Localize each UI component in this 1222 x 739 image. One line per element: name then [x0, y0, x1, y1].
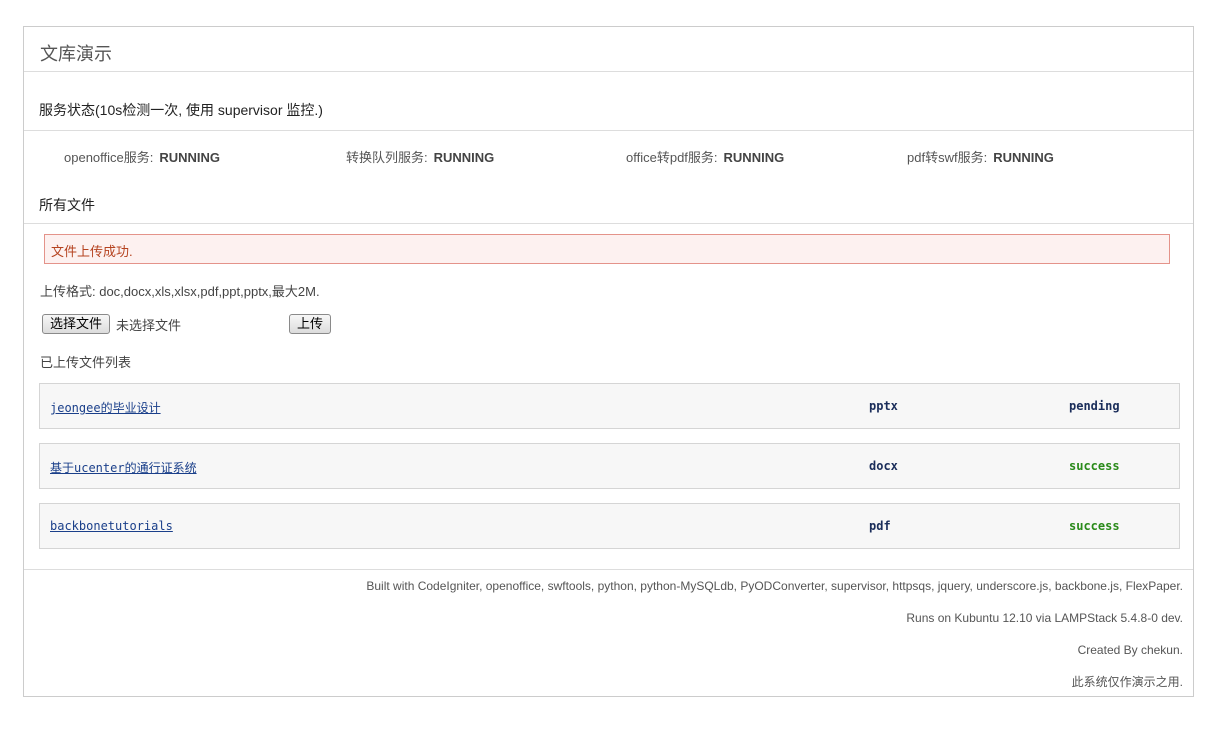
choose-file-button[interactable]: 选择文件: [42, 314, 111, 334]
upload-success-alert: 文件上传成功.: [44, 234, 1170, 264]
file-name-link[interactable]: 基于ucenter的通行证系统: [50, 459, 197, 476]
status-office-to-pdf: office转pdf服务: RUNNING: [626, 147, 784, 166]
all-files-heading: 所有文件: [24, 179, 1193, 224]
main-panel: 文库演示 服务状态(10s检测一次, 使用 supervisor 监控.) op…: [23, 26, 1194, 697]
status-label: openoffice服务:: [64, 150, 154, 165]
file-name-link[interactable]: jeongee的毕业设计: [50, 399, 161, 416]
footer-demo-notice: 此系统仅作演示之用.: [1071, 675, 1183, 689]
status-queue: 转换队列服务: RUNNING: [346, 147, 494, 166]
status-label: office转pdf服务:: [626, 150, 718, 165]
status-pdf-to-swf: pdf转swf服务: RUNNING: [907, 147, 1054, 166]
status-value: RUNNING: [159, 150, 221, 165]
status-label: pdf转swf服务:: [907, 150, 988, 165]
status-openoffice: openoffice服务: RUNNING: [64, 147, 220, 166]
service-status-heading: 服务状态(10s检测一次, 使用 supervisor 监控.): [24, 72, 1193, 131]
file-status: success: [1069, 459, 1120, 473]
file-status: success: [1069, 519, 1120, 533]
file-row: jeongee的毕业设计 pptx pending: [39, 383, 1180, 429]
file-row: backbonetutorials pdf success: [39, 503, 1180, 549]
uploaded-files-title: 已上传文件列表: [40, 355, 132, 370]
footer-runs-on: Runs on Kubuntu 12.10 via LAMPStack 5.4.…: [906, 611, 1183, 625]
service-status-row: openoffice服务: RUNNING 转换队列服务: RUNNING offi…: [24, 131, 1193, 179]
file-status: pending: [1069, 399, 1120, 413]
file-name-link[interactable]: backbonetutorials: [50, 519, 173, 533]
footer: Built with CodeIgniter, openoffice, swft…: [24, 569, 1193, 698]
file-type: docx: [869, 459, 898, 473]
no-file-chosen-text: 未选择文件: [116, 317, 182, 333]
footer-built-with: Built with CodeIgniter, openoffice, swft…: [366, 579, 1183, 593]
status-label: 转换队列服务:: [346, 150, 428, 165]
page-title: 文库演示: [24, 27, 1193, 72]
file-type: pdf: [869, 519, 891, 533]
status-value: RUNNING: [433, 150, 495, 165]
upload-format-hint: 上传格式: doc,docx,xls,xlsx,pdf,ppt,pptx,最大2…: [40, 284, 320, 299]
file-type: pptx: [869, 399, 898, 413]
footer-created-by: Created By chekun.: [1077, 643, 1183, 657]
status-value: RUNNING: [993, 150, 1054, 165]
status-value: RUNNING: [723, 150, 785, 165]
file-picker: 选择文件 未选择文件: [42, 314, 181, 334]
upload-button[interactable]: 上传: [289, 314, 332, 334]
file-row: 基于ucenter的通行证系统 docx success: [39, 443, 1180, 489]
